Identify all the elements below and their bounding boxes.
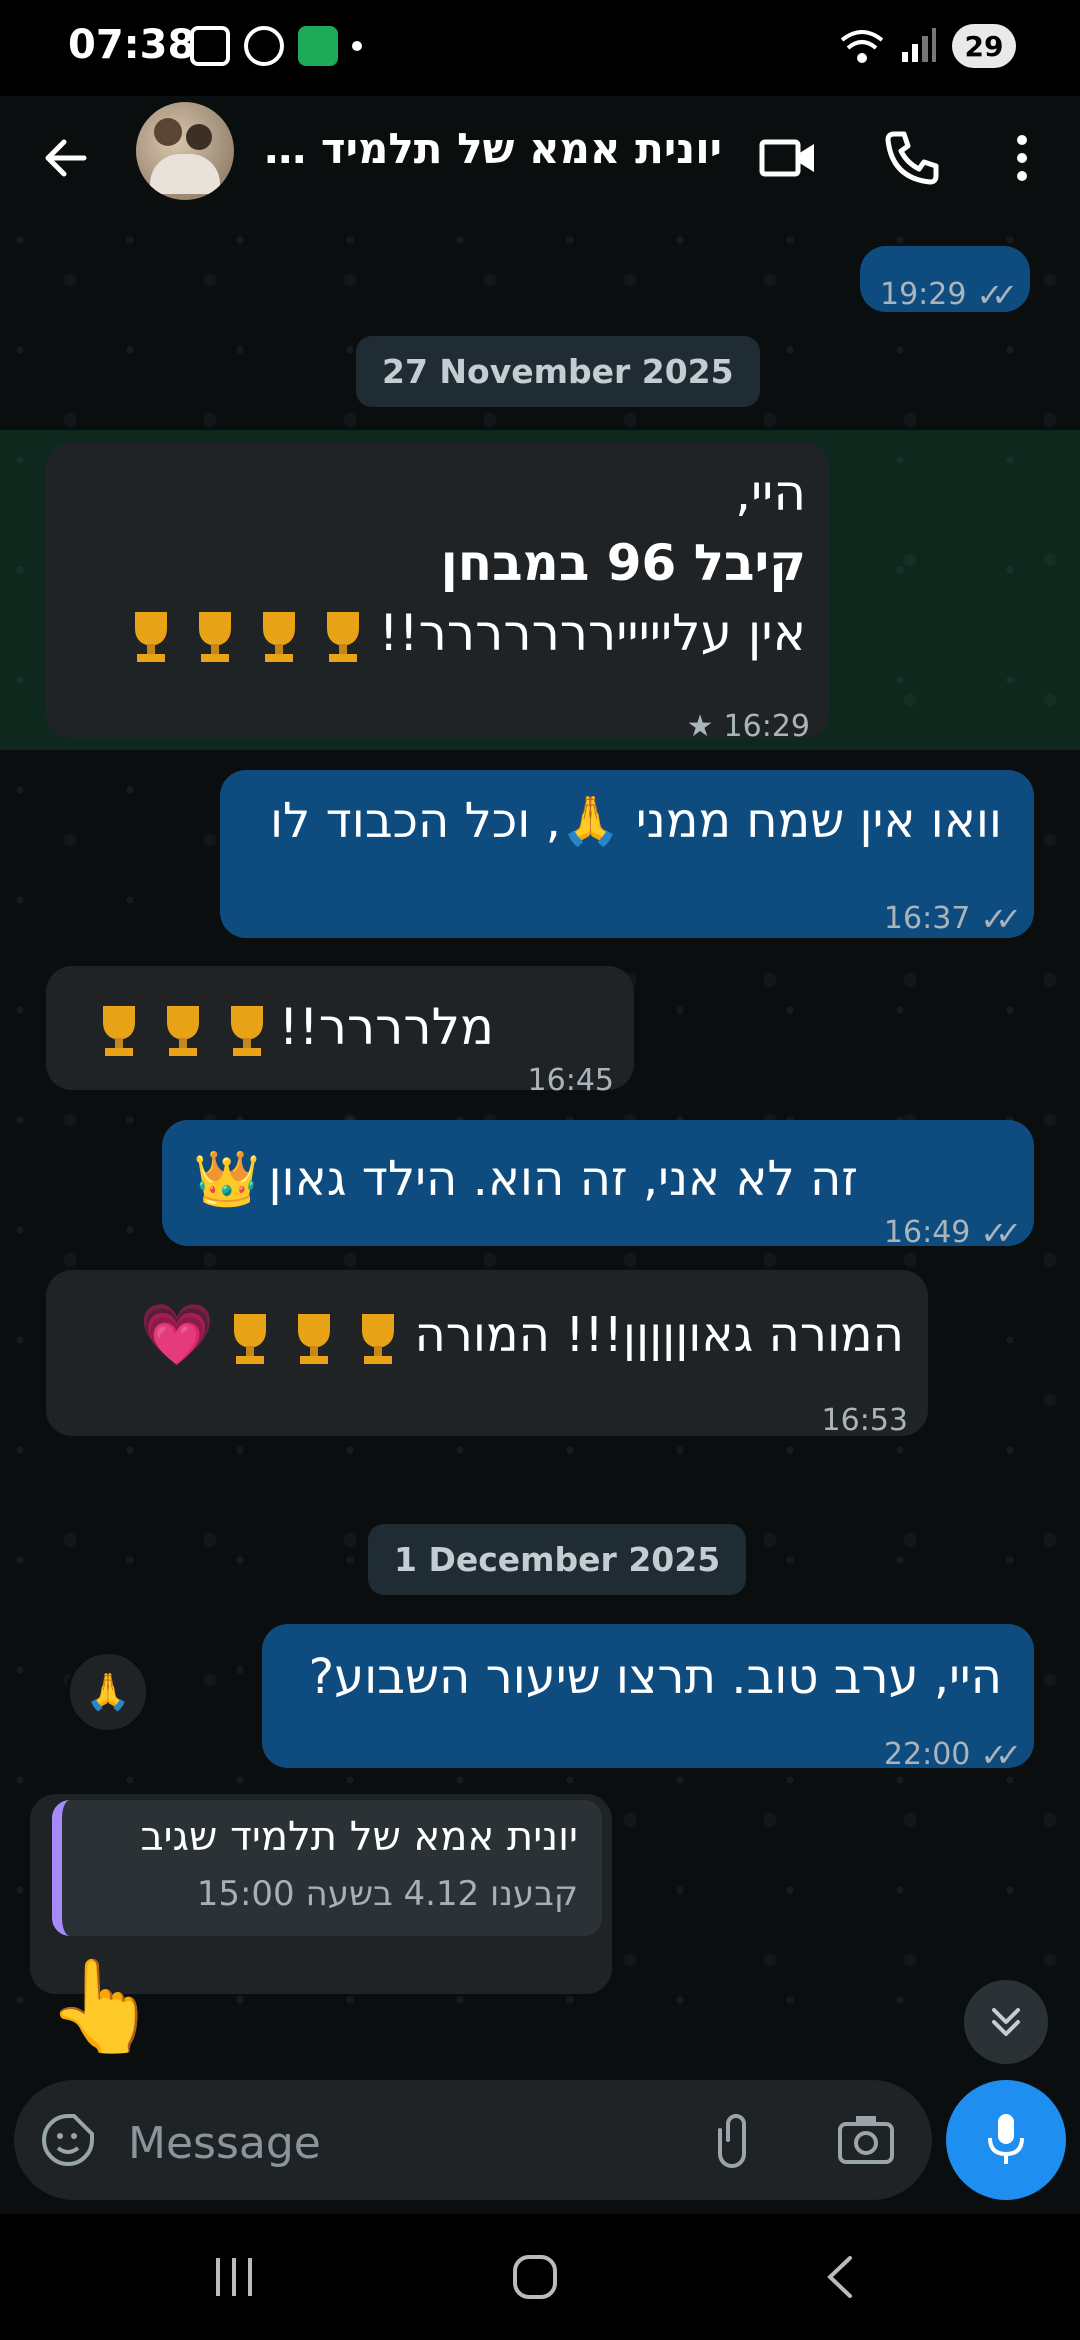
quoted-message[interactable]: יונית אמא של תלמיד שגיב קבענו 4.12 בשעה …: [52, 1800, 602, 1936]
reaction-badge[interactable]: 🙏: [66, 1650, 150, 1734]
chat-area[interactable]: 19:29 ✓✓ 27 November 2025 היי, קיבל 96 ב…: [0, 220, 1080, 2082]
status-time: 07:38: [68, 22, 196, 68]
message-text: וואו אין שמח ממני 🙏, וכל הכבוד לו: [269, 793, 1002, 849]
more-options-icon[interactable]: [990, 126, 1054, 190]
trophy-icon: [362, 1314, 395, 1364]
microphone-icon: [988, 2114, 1024, 2164]
trophy-icon: [102, 1006, 135, 1056]
trophy-icon: [166, 1006, 199, 1056]
read-ticks-icon: ✓✓: [976, 276, 1017, 314]
trophy-icon: [326, 612, 359, 662]
system-nav-bar: [0, 2214, 1080, 2340]
message-time: 16:53: [821, 1403, 908, 1438]
message-composer[interactable]: Message: [14, 2080, 932, 2200]
message-text: מלרררר!!: [278, 998, 494, 1056]
heart-emoji: 💗: [139, 1300, 215, 1370]
back-nav-icon[interactable]: [820, 2254, 860, 2300]
message-text: המורה גאוןןןןן!!! המורה: [414, 1307, 904, 1363]
signal-icon: [902, 28, 936, 62]
contact-avatar[interactable]: [136, 102, 234, 200]
read-ticks-icon: ✓✓: [980, 1736, 1021, 1774]
chat-header: יונית אמא של תלמיד ש...: [0, 96, 1080, 220]
trophy-icon: [298, 1314, 331, 1364]
message-bubble-outgoing[interactable]: זה לא אני, זה הוא. הילד גאון 👑 16:49 ✓✓: [162, 1120, 1034, 1252]
trophy-icon: [198, 612, 231, 662]
trophy-emojis: [218, 1300, 410, 1370]
camera-icon[interactable]: [834, 2110, 898, 2170]
contact-name[interactable]: יונית אמא של תלמיד ש...: [262, 124, 722, 173]
status-bar: 07:38 29: [0, 0, 1080, 96]
battery-indicator: 29: [952, 24, 1016, 68]
trophy-icon: [134, 612, 167, 662]
recent-apps-icon[interactable]: [210, 2254, 260, 2300]
message-time: 19:29: [880, 277, 967, 312]
message-time: 16:49: [883, 1215, 971, 1250]
trophy-emojis: [119, 598, 375, 668]
message-input[interactable]: Message: [128, 2118, 321, 2169]
voice-message-button[interactable]: [946, 2080, 1066, 2200]
app-notification-icon: [298, 26, 338, 66]
crown-emoji: 👑: [193, 1147, 261, 1210]
message-line: היי,: [735, 464, 806, 522]
date-chip: 1 December 2025: [368, 1524, 747, 1595]
read-ticks-icon: ✓✓: [980, 1214, 1021, 1252]
message-bubble-outgoing[interactable]: היי, ערב טוב. תרצו שיעור השבוע? 22:00 ✓✓: [262, 1624, 1034, 1774]
status-icons-right: 29: [840, 24, 1016, 68]
pointing-up-emoji: 👆: [46, 1954, 159, 2059]
message-time: 22:00: [883, 1737, 971, 1772]
message-text: היי, ערב טוב. תרצו שיעור השבוע?: [308, 1649, 1002, 1705]
phone-call-icon[interactable]: [880, 126, 944, 190]
star-icon: ★: [686, 709, 714, 744]
alarm-icon: [244, 26, 284, 66]
back-arrow-icon[interactable]: [36, 128, 96, 188]
home-icon[interactable]: [510, 2254, 560, 2300]
message-bubble-incoming[interactable]: מלרררר!! 16:45: [46, 966, 634, 1098]
message-bubble-outgoing[interactable]: וואו אין שמח ממני 🙏, וכל הכבוד לו 16:37 …: [220, 770, 1034, 938]
message-text: זה לא אני, זה הוא. הילד גאון: [268, 1151, 858, 1207]
message-bubble-incoming[interactable]: המורה גאוןןןןן!!! המורה 💗 16:53: [46, 1270, 928, 1438]
trophy-icon: [262, 612, 295, 662]
video-call-icon[interactable]: [756, 126, 820, 190]
message-bubble-outgoing[interactable]: 19:29 ✓✓: [860, 246, 1030, 314]
quoted-text: קבענו 4.12 בשעה 15:00: [196, 1874, 578, 1914]
message-line: אין עליייייררררררר!!: [378, 604, 806, 662]
trophy-icon: [234, 1314, 267, 1364]
status-icons-left: [190, 26, 362, 66]
wifi-icon: [840, 30, 884, 63]
chevron-double-down-icon: [992, 2008, 1020, 2036]
quoted-sender: יונית אמא של תלמיד שגיב: [140, 1814, 578, 1860]
message-line-bold: קיבל 96 במבחן: [440, 534, 806, 592]
read-ticks-icon: ✓✓: [980, 900, 1021, 938]
attach-icon[interactable]: [708, 2110, 768, 2170]
message-time: 16:29: [723, 709, 810, 744]
emoji-sticker-icon[interactable]: [38, 2110, 98, 2170]
trophy-emojis: [87, 992, 279, 1062]
message-time: 16:37: [883, 901, 971, 936]
date-chip: 27 November 2025: [356, 336, 760, 407]
message-time: 16:45: [527, 1063, 614, 1098]
screenshot-icon: [190, 26, 230, 66]
scroll-to-bottom-button[interactable]: [964, 1980, 1048, 2064]
message-bubble-incoming[interactable]: היי, קיבל 96 במבחן אין עליייייררררררר!! …: [46, 442, 830, 744]
more-notifications-dot: [352, 41, 362, 51]
trophy-icon: [230, 1006, 263, 1056]
